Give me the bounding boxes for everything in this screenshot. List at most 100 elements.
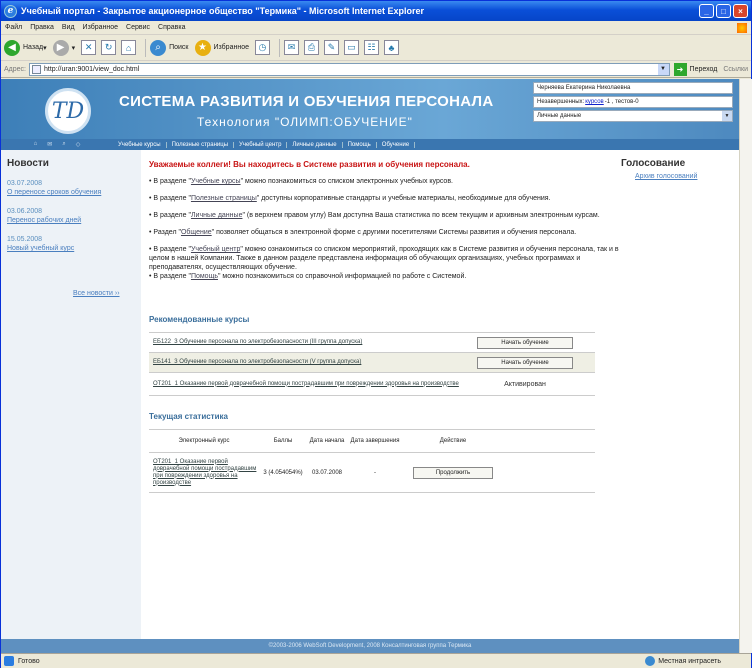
menu-edit[interactable]: Правка xyxy=(30,24,54,31)
status-bar: Готово Местная интрасеть xyxy=(1,653,751,668)
back-button[interactable]: ◀ Назад ▾ xyxy=(4,39,47,56)
windows-flag-icon xyxy=(737,22,747,33)
discuss-icon[interactable]: ☷ xyxy=(363,40,379,55)
back-arrow-icon: ◀ xyxy=(4,39,20,56)
course-link[interactable]: ЕБ122_3 Обучение персонала по электробез… xyxy=(149,339,477,346)
forward-button[interactable]: ▶ ▾ xyxy=(52,39,75,56)
site-logo[interactable]: TD xyxy=(45,88,91,134)
personal-data-link[interactable]: Личные данные xyxy=(191,212,243,219)
page-done-icon xyxy=(4,656,14,666)
address-input[interactable]: http://uran:9001/view_doc.html ▼ xyxy=(28,62,670,76)
toolbar: ◀ Назад ▾ ▶ ▾ ✕ ↻ ⌂ ⌕ Поиск ★ Избранное ◷ ✉ … xyxy=(1,35,751,61)
end-date: - xyxy=(374,469,376,476)
course-link[interactable]: ЕБ141_3 Обучение персонала по электробез… xyxy=(149,359,477,366)
news-heading: Новости xyxy=(7,158,49,169)
search-button[interactable]: ⌕ Поиск xyxy=(150,39,189,56)
start-date: 03.07.2008 xyxy=(311,469,343,476)
news-link[interactable]: О переносе сроков обучения xyxy=(7,188,141,197)
menu-tools[interactable]: Сервис xyxy=(126,24,150,31)
news-link[interactable]: Перенос рабочих дней xyxy=(7,216,141,225)
nav-courses[interactable]: Учебные курсы xyxy=(113,141,167,148)
start-learning-button[interactable]: Начать обучение xyxy=(477,336,573,349)
menu-view[interactable]: Вид xyxy=(62,24,75,31)
folder-icon[interactable]: ▭ xyxy=(343,40,359,55)
personal-data-select[interactable]: Личные данные ▼ xyxy=(533,110,733,122)
continue-button[interactable]: Продолжить xyxy=(413,466,493,479)
course-link[interactable]: ОТ201_1 Оказание первой доврачебной помо… xyxy=(149,381,477,388)
go-button[interactable]: ➜ Переход xyxy=(673,62,717,76)
table-row: ЕБ141_3 Обучение персонала по электробез… xyxy=(149,352,595,372)
messenger-icon[interactable]: ♣ xyxy=(383,40,399,55)
chevron-down-icon: ▼ xyxy=(722,111,732,121)
site-title: СИСТЕМА РАЗВИТИЯ И ОБУЧЕНИЯ ПЕРСОНАЛА xyxy=(119,93,494,110)
vertical-scrollbar[interactable] xyxy=(739,79,752,653)
close-button[interactable]: × xyxy=(733,4,748,18)
paragraph-communication: • Раздел "Общение" позволяет общаться в … xyxy=(149,229,577,236)
home-icon[interactable]: ⌂ xyxy=(121,40,137,55)
news-date: 03.07.2008 xyxy=(7,180,43,187)
help-link[interactable]: Помощь xyxy=(191,273,218,280)
news-item: 03.07.2008 О переносе сроков обучения xyxy=(1,179,141,197)
start-learning-button[interactable]: Начать обучение xyxy=(477,356,573,369)
activated-status: Активирован xyxy=(504,380,546,388)
score-value: 3 (4.054054%) xyxy=(263,469,303,476)
history-icon[interactable]: ◷ xyxy=(254,40,270,55)
welcome-message: Уважаемые коллеги! Вы находитесь в Систе… xyxy=(149,160,470,169)
nav-help[interactable]: Помощь xyxy=(343,141,377,148)
mail-icon[interactable]: ✉ xyxy=(283,40,299,55)
title-bar: e Учебный портал - Закрытое акционерное … xyxy=(1,1,751,21)
news-link[interactable]: Новый учебный курс xyxy=(7,244,141,253)
address-label: Адрес: xyxy=(4,65,26,73)
voting-archive-link[interactable]: Архив голосований xyxy=(621,173,739,180)
nav-personal-data[interactable]: Личные данные xyxy=(287,141,343,148)
chevron-down-icon[interactable]: ▼ xyxy=(657,63,669,75)
stop-icon[interactable]: ✕ xyxy=(81,40,97,55)
star-icon: ★ xyxy=(194,39,211,56)
minimize-button[interactable]: _ xyxy=(699,4,714,18)
favorites-button[interactable]: ★ Избранное xyxy=(194,39,249,56)
home-icon[interactable]: ⌂ xyxy=(34,141,38,148)
intranet-icon xyxy=(645,656,656,666)
news-date: 15.05.2008 xyxy=(7,236,43,243)
all-news-link[interactable]: Все новости ›› xyxy=(73,290,120,297)
table-row: ЕБ122_3 Обучение персонала по электробез… xyxy=(149,332,595,352)
menu-help[interactable]: Справка xyxy=(158,24,185,31)
sitemap-icon[interactable]: ◇ xyxy=(76,141,81,148)
course-link[interactable]: ОТ201_1 Оказание первой доврачебной помо… xyxy=(149,459,259,487)
news-sidebar: Новости 03.07.2008 О переносе сроков обу… xyxy=(1,150,141,653)
paragraph-personal-data: • В разделе "Личные данные" (в верхнем п… xyxy=(149,212,600,219)
links-button[interactable]: Ссылки xyxy=(723,66,748,73)
maximize-button[interactable]: □ xyxy=(716,4,731,18)
security-zone: Местная интрасеть xyxy=(645,656,721,666)
status-text: Готово xyxy=(18,657,40,665)
paragraph-useful-pages: • В разделе "Полезные страницы" доступны… xyxy=(149,195,551,202)
refresh-icon[interactable]: ↻ xyxy=(101,40,117,55)
mail-icon[interactable]: ✉ xyxy=(47,141,52,148)
table-row: ОТ201_1 Оказание первой доврачебной помо… xyxy=(149,453,595,493)
nav-training-center[interactable]: Учебный центр xyxy=(234,141,288,148)
nav-useful-pages[interactable]: Полезные страницы xyxy=(167,141,235,148)
news-date: 03.06.2008 xyxy=(7,208,43,215)
stats-table: Электронный курс Баллы Дата начала Дата … xyxy=(149,429,595,493)
user-panel: Черняева Екатерина Николаевна Незавершен… xyxy=(533,82,733,124)
communication-link[interactable]: Общение xyxy=(181,229,212,236)
user-name: Черняева Екатерина Николаевна xyxy=(533,82,733,94)
unfinished-courses-link[interactable]: курсов xyxy=(585,99,604,105)
edit-icon[interactable]: ✎ xyxy=(323,40,339,55)
useful-pages-link[interactable]: Полезные страницы xyxy=(191,195,257,202)
search-icon[interactable]: ⌕ xyxy=(62,141,65,148)
menu-file[interactable]: Файл xyxy=(5,24,22,31)
nav-learning[interactable]: Обучение xyxy=(377,141,416,148)
menu-favorites[interactable]: Избранное xyxy=(83,24,118,31)
search-icon: ⌕ xyxy=(150,39,167,56)
table-header: Электронный курс Баллы Дата начала Дата … xyxy=(149,429,595,453)
browser-window: e Учебный портал - Закрытое акционерное … xyxy=(0,0,752,668)
training-center-link[interactable]: Учебный центр xyxy=(191,246,240,253)
table-row: ОТ201_1 Оказание первой доврачебной помо… xyxy=(149,372,595,396)
paragraph-courses: • В разделе "Учебные курсы" можно познак… xyxy=(149,178,453,185)
print-icon[interactable]: ⎙ xyxy=(303,40,319,55)
menu-bar: Файл Правка Вид Избранное Сервис Справка xyxy=(1,21,751,35)
voting-sidebar: Голосование Архив голосований xyxy=(621,150,739,653)
recommended-table: ЕБ122_3 Обучение персонала по электробез… xyxy=(149,332,595,396)
courses-link[interactable]: Учебные курсы xyxy=(191,178,241,185)
